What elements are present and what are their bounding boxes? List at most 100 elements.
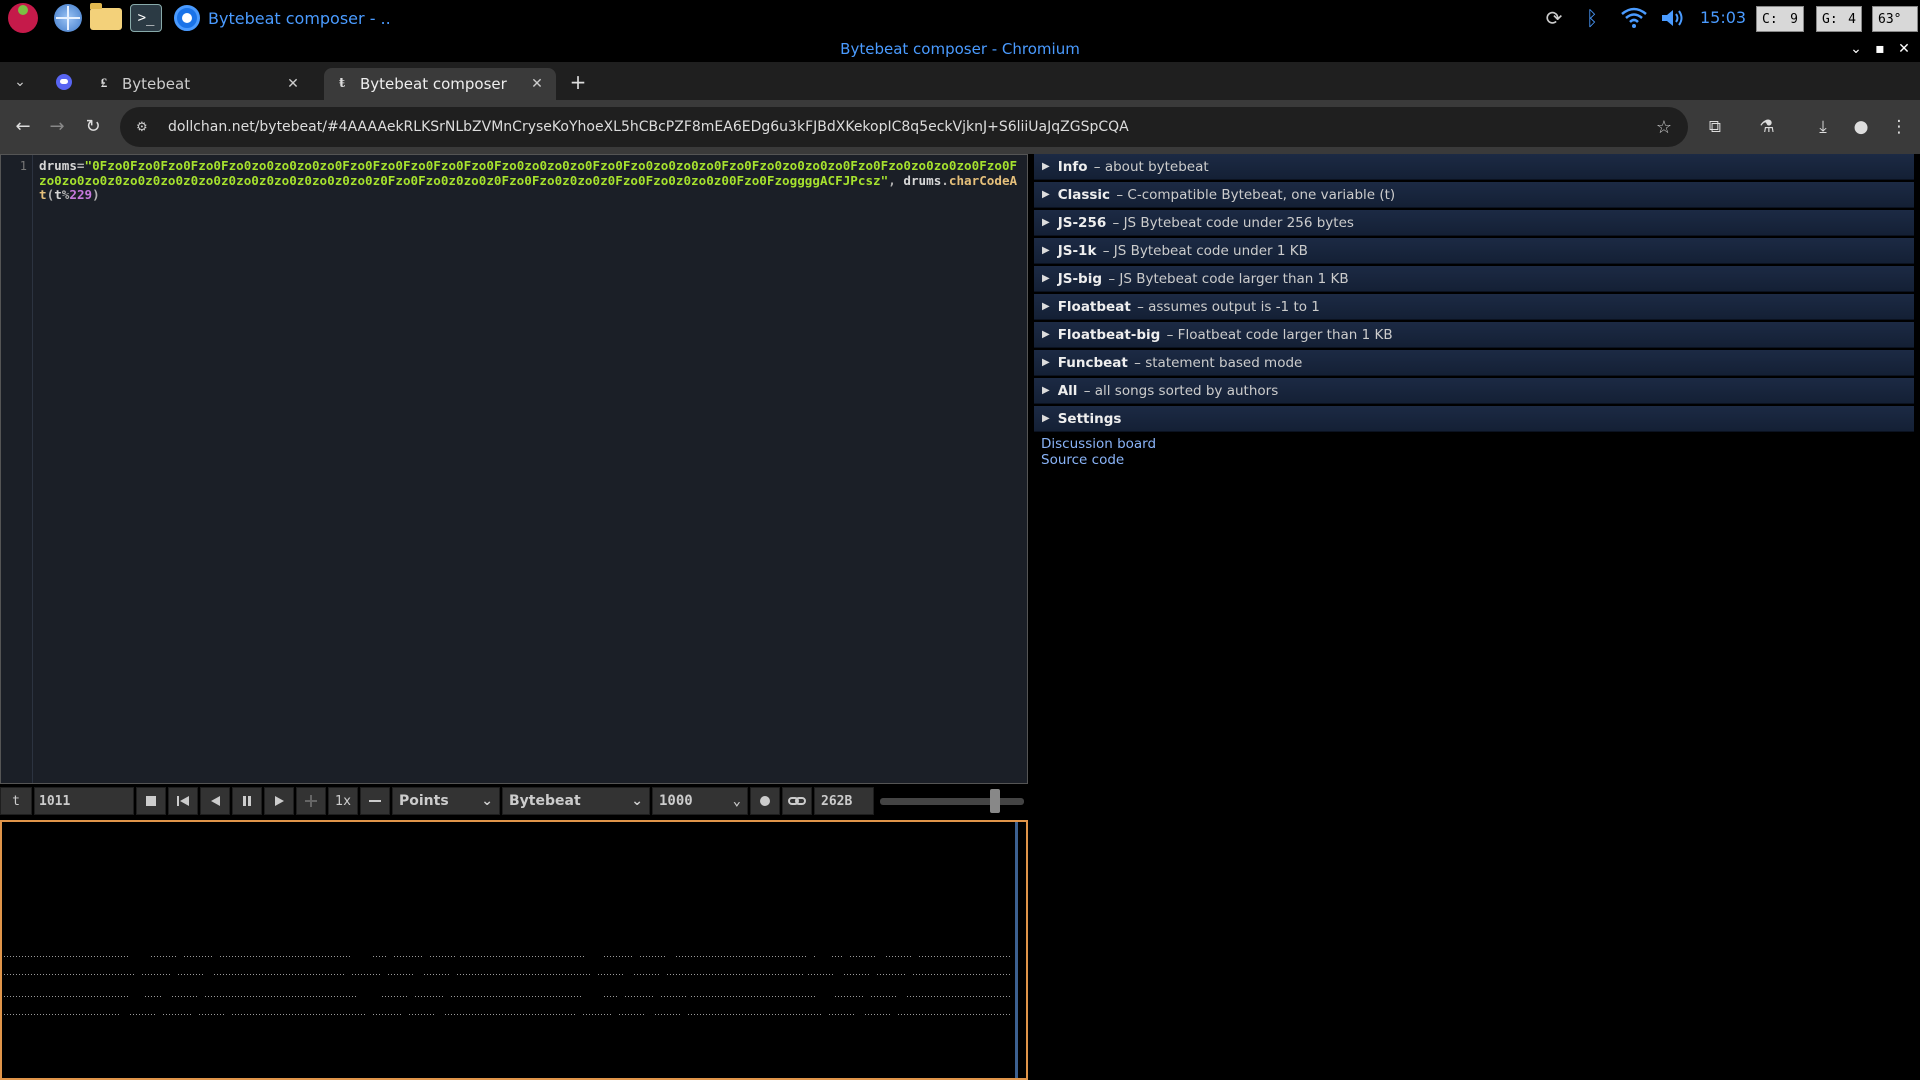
close-window-icon[interactable]: ✕ [1894,39,1914,59]
code-editor[interactable]: 1 drums="0Fzo0Fzo0Fzo0Fzo0Fzo0zo0zo0zo0z… [0,154,1028,784]
reload-icon[interactable]: ↻ [80,114,106,140]
tab-close-icon[interactable]: ✕ [284,76,302,92]
tab-bytebeat-composer[interactable]: ŧ Bytebeat composer ✕ [324,68,556,100]
new-tab-plus-icon[interactable]: + [566,70,590,94]
waveform-point [247,1014,248,1015]
download-icon[interactable]: ⤓ [1810,114,1836,140]
waveform-point [985,1014,986,1015]
waveform-point [610,974,611,975]
library-section-floatbeat[interactable]: ▶ Floatbeat – assumes output is -1 to 1 [1034,294,1914,320]
waveform-point [529,1014,530,1015]
file-manager-icon[interactable] [90,3,122,30]
waveform-point [424,1014,425,1015]
maximize-icon[interactable]: ▪ [1870,39,1890,59]
waveform-point [517,974,518,975]
waveform-point [535,974,536,975]
profile-avatar-icon[interactable]: ● [1848,114,1874,140]
waveform-point [271,956,272,957]
sync-icon[interactable]: ⟳ [1540,4,1568,32]
stop-icon[interactable] [136,787,166,815]
time-input[interactable]: 1011 [34,787,134,815]
library-section-info[interactable]: ▶ Info – about bytebeat [1034,154,1914,180]
pause-icon[interactable] [232,787,262,815]
play-icon[interactable] [264,787,294,815]
playback-speed: 1x [328,787,358,815]
play-reverse-icon[interactable] [200,787,230,815]
taskbar-active-window[interactable]: Bytebeat composer - .. [174,4,391,32]
minimize-icon[interactable]: ⌄ [1846,39,1866,59]
waveform-point [493,1014,494,1015]
waveform-point [733,996,734,997]
waveform-point [70,974,71,975]
waveform-point [835,1014,836,1015]
waveform-point [901,974,902,975]
code-text[interactable]: drums="0Fzo0Fzo0Fzo0Fzo0Fzo0zo0zo0zo0zo0… [39,158,1023,203]
url-text[interactable]: dollchan.net/bytebeat/#4AAAAekRLKSrNLbZV… [168,119,1656,135]
web-browser-launcher-icon[interactable] [54,4,82,32]
library-section-all[interactable]: ▶ All – all songs sorted by authors [1034,378,1914,404]
waveform-point [703,974,704,975]
waveform-point [1003,956,1004,957]
tab-close-icon[interactable]: ✕ [528,76,546,92]
waveform-point [307,996,308,997]
site-info-icon[interactable]: ⚙ [136,120,154,135]
volume-icon[interactable] [1658,4,1688,32]
speed-down-minus-icon[interactable] [360,787,390,815]
waveform-point [241,1014,242,1015]
tab-bytebeat[interactable]: ₤ Bytebeat ✕ [86,68,312,100]
waveform-point [40,956,41,957]
waveform-point [727,956,728,957]
draw-mode-select[interactable]: Points ⌄ [392,787,500,815]
share-link-icon[interactable] [782,787,812,815]
waveform-point [628,956,629,957]
library-section-js-256[interactable]: ▶ JS-256 – JS Bytebeat code under 256 by… [1034,210,1914,236]
waveform-point [436,974,437,975]
speed-up-plus-icon[interactable] [296,787,326,815]
forward-arrow-icon[interactable]: → [44,114,70,140]
waveform-point [25,974,26,975]
address-bar[interactable]: ⚙ dollchan.net/bytebeat/#4AAAAekRLKSrNLb… [120,107,1688,147]
section-description: – about bytebeat [1093,158,1209,175]
bluetooth-icon[interactable]: ᛒ [1580,4,1604,32]
extensions-puzzle-icon[interactable]: ⧉ [1702,114,1728,140]
library-section-settings[interactable]: ▶ Settings [1034,406,1914,432]
volume-slider[interactable] [880,787,1024,815]
back-arrow-icon[interactable]: ← [10,114,36,140]
kebab-menu-icon[interactable]: ⋮ [1886,114,1912,140]
rewind-to-start-icon[interactable] [168,787,198,815]
waveform-point [619,1014,620,1015]
waveform-point [169,974,170,975]
discussion-board-link[interactable]: Discussion board [1041,436,1914,452]
raspberry-pi-menu-icon[interactable] [8,3,38,33]
waveform-point [58,1014,59,1015]
library-section-classic[interactable]: ▶ Classic – C-compatible Bytebeat, one v… [1034,182,1914,208]
wifi-icon[interactable] [1618,4,1650,32]
volume-slider-thumb[interactable] [990,789,1000,813]
waveform-point [250,1014,251,1015]
labs-flask-icon[interactable]: ⚗ [1754,114,1780,140]
record-icon[interactable] [750,787,780,815]
library-section-floatbeat-big[interactable]: ▶ Floatbeat-big – Floatbeat code larger … [1034,322,1914,348]
waveform-point [181,974,182,975]
library-section-js-1k[interactable]: ▶ JS-1k – JS Bytebeat code under 1 KB [1034,238,1914,264]
source-code-link[interactable]: Source code [1041,452,1914,468]
volume-slider-track[interactable] [880,798,1024,805]
waveform-point [298,956,299,957]
waveform-point [547,996,548,997]
library-section-js-big[interactable]: ▶ JS-big – JS Bytebeat code larger than … [1034,266,1914,292]
tab-search-chevron-icon[interactable]: ⌄ [8,70,32,94]
waveform-point [238,1014,239,1015]
waveform-point [544,1014,545,1015]
bookmark-star-icon[interactable]: ☆ [1656,117,1672,138]
waveform-canvas[interactable] [0,820,1028,1080]
waveform-point [211,1014,212,1015]
pinned-tab-discord[interactable] [44,68,84,96]
mode-select[interactable]: Bytebeat ⌄ [502,787,650,815]
clock[interactable]: 15:03 [1700,8,1746,27]
waveform-point [694,1014,695,1015]
waveform-point [655,974,656,975]
waveform-point [760,956,761,957]
library-section-funcbeat[interactable]: ▶ Funcbeat – statement based mode [1034,350,1914,376]
sample-rate-select[interactable]: 1000 ⌄ [652,787,748,815]
terminal-icon[interactable]: >_ [130,4,162,32]
